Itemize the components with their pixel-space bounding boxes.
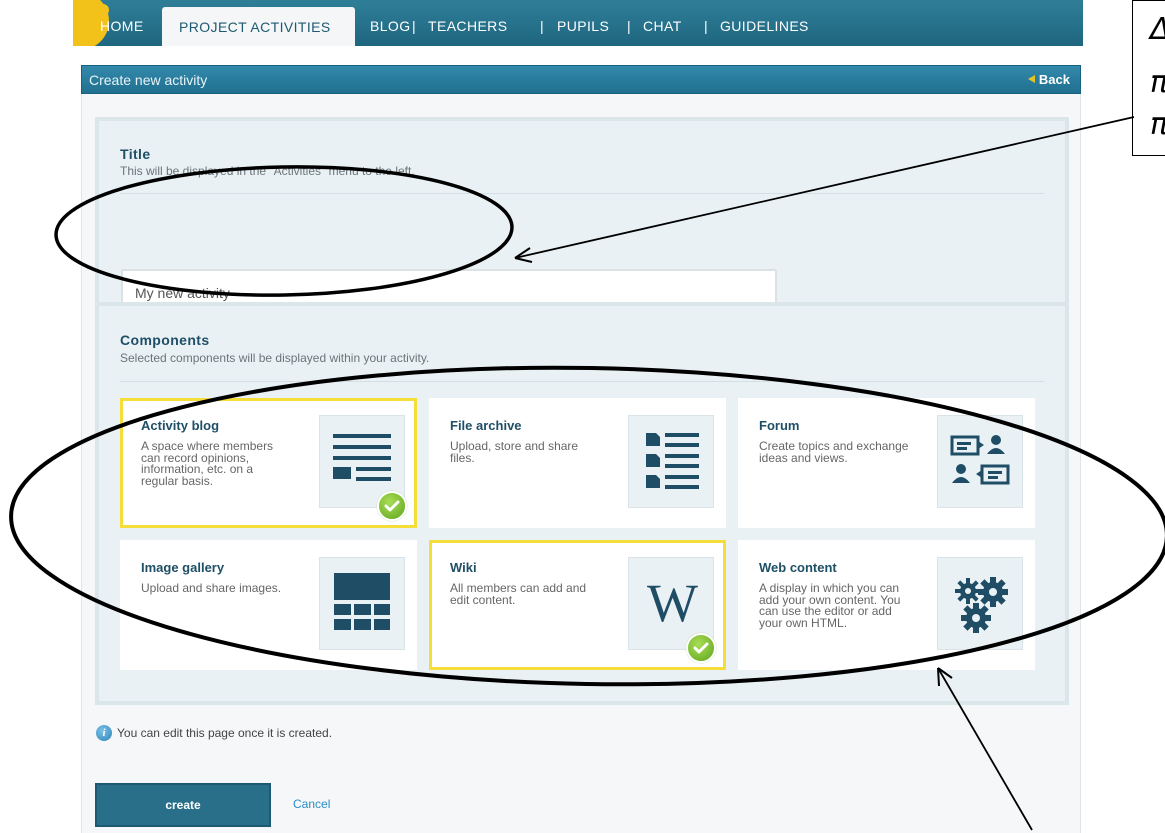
annotation-arrow-components-line <box>937 667 1033 831</box>
annotation-ellipse-components <box>9 365 1165 687</box>
annotation-ellipse-title <box>54 165 514 297</box>
annotation-arrow-title-line <box>514 116 1135 259</box>
annotation-arrow-components-head <box>937 667 953 687</box>
annotation-overlay <box>9 116 1165 831</box>
